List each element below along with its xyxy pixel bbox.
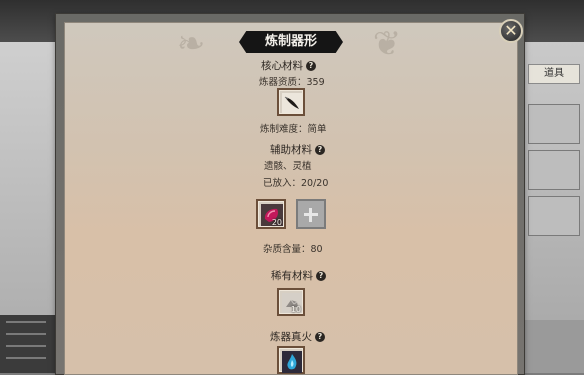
auxiliary-material-slot[interactable]: 20 <box>256 199 286 229</box>
background-item-box <box>528 104 580 144</box>
help-icon[interactable]: ? <box>315 145 325 155</box>
help-icon[interactable]: ? <box>306 61 316 71</box>
auxiliary-material-types: 遗骸、灵植 <box>264 161 312 172</box>
rare-material-heading: 稀有材料? <box>271 268 326 283</box>
impurity-content-text: 杂质含量：80 <box>263 244 323 255</box>
add-auxiliary-button[interactable] <box>296 199 326 229</box>
background-list-line <box>6 357 46 359</box>
core-material-slot[interactable] <box>277 88 305 116</box>
refining-fire-label: 炼器真火 <box>270 331 312 343</box>
plus-icon <box>309 208 312 222</box>
rare-material-slot[interactable]: 10 <box>277 288 305 316</box>
cloud-ornament-left: ❧ <box>176 24 206 64</box>
blue-flame-icon <box>282 351 302 373</box>
close-button[interactable]: ✕ <box>499 19 523 43</box>
auxiliary-material-label: 辅助材料 <box>270 144 312 156</box>
forge-difficulty-text: 炼制难度：简单 <box>260 124 327 135</box>
background-item-box <box>528 150 580 190</box>
background-right-tab: 道具 <box>528 64 580 84</box>
auxiliary-slot-count: 20 <box>271 218 282 227</box>
background-right-bottom <box>522 320 584 373</box>
background-item-box <box>528 196 580 236</box>
brush-blade-icon <box>282 93 302 113</box>
auxiliary-placed-count: 已放入：20/20 <box>263 178 329 189</box>
background-left-list <box>0 315 60 373</box>
auxiliary-material-heading: 辅助材料? <box>270 142 325 157</box>
help-icon[interactable]: ? <box>316 271 326 281</box>
cloud-ornament-right: ❦ <box>372 24 402 64</box>
core-material-label: 核心材料 <box>261 60 303 72</box>
refining-fire-slot[interactable] <box>277 346 305 374</box>
rare-material-label: 稀有材料 <box>271 270 313 282</box>
background-list-line <box>6 345 46 347</box>
rare-slot-count: 10 <box>290 305 301 314</box>
core-material-heading: 核心材料? <box>261 58 316 73</box>
background-list-line <box>6 321 46 323</box>
refining-fire-heading: 炼器真火? <box>270 329 325 344</box>
background-list-line <box>6 333 46 335</box>
help-icon[interactable]: ? <box>315 332 325 342</box>
forge-quality-text: 炼器资质：359 <box>259 77 325 88</box>
dialog-title: 炼制器形 <box>239 31 343 53</box>
